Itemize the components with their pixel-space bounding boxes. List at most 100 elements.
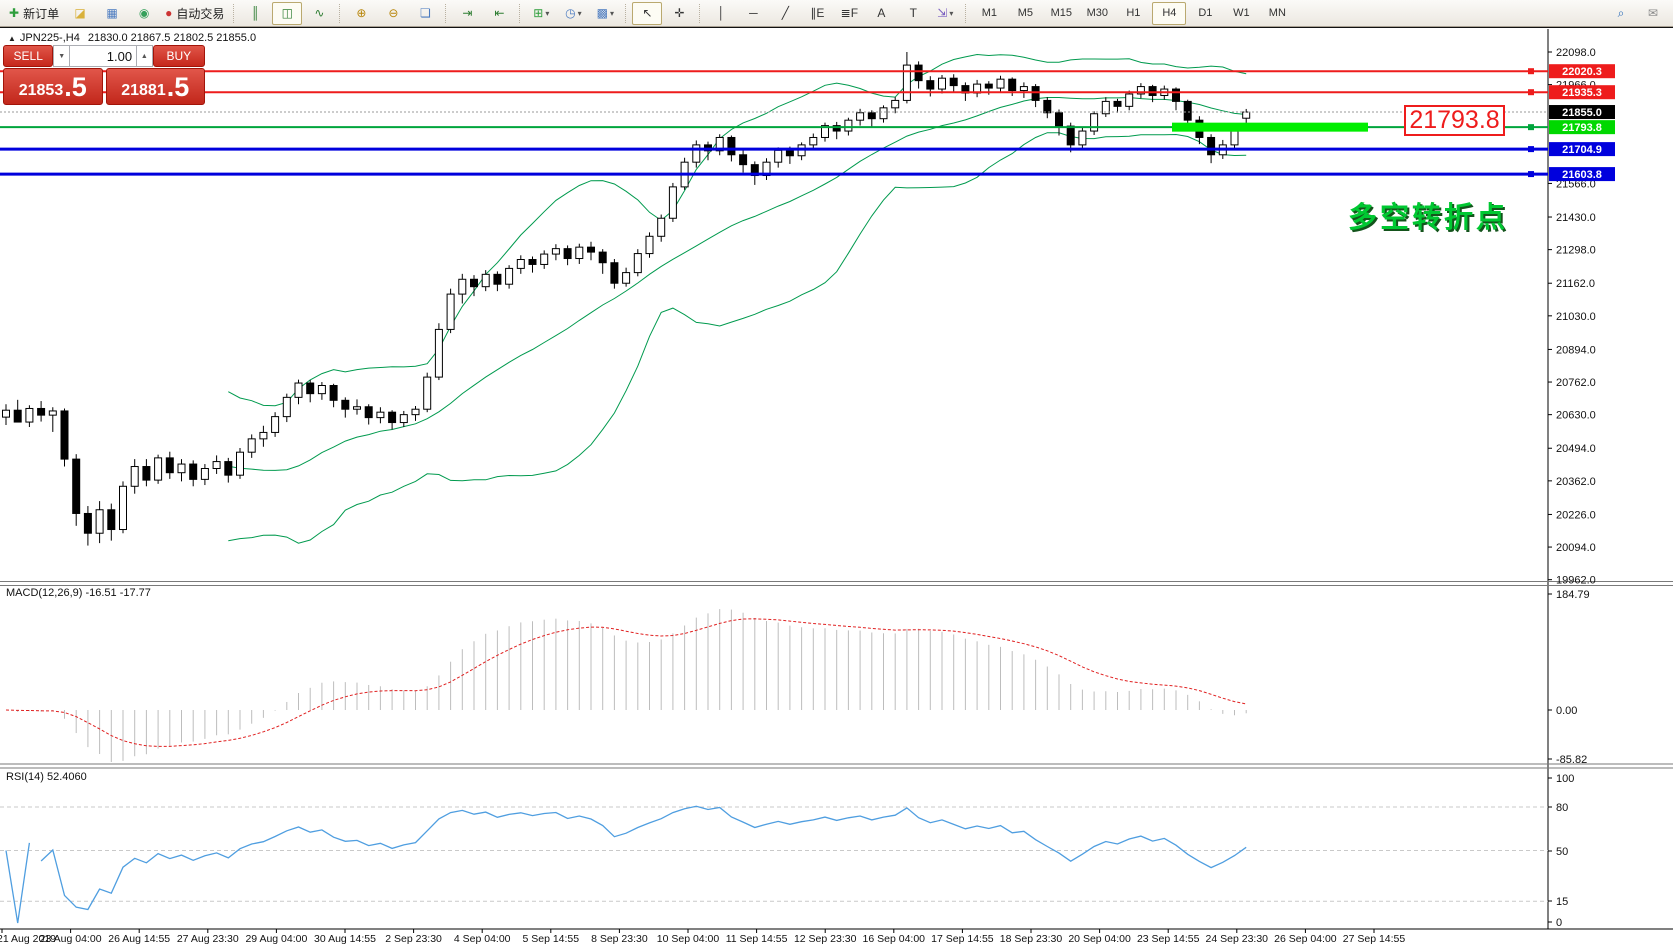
candle-body: [435, 329, 442, 377]
cursor-button[interactable]: ↖: [632, 2, 662, 25]
bollinger-lower-band[interactable]: [228, 133, 1246, 544]
horizontal-line-button[interactable]: ─: [738, 2, 768, 25]
line-chart-button[interactable]: ∿: [304, 2, 334, 25]
timeframe-button-m1[interactable]: M1: [972, 2, 1006, 25]
channel-button[interactable]: ∥E: [802, 2, 832, 25]
candle-body: [201, 469, 208, 480]
volume-input[interactable]: [70, 45, 136, 67]
candle-body: [26, 408, 33, 422]
candle-body: [880, 108, 887, 119]
bar-chart-icon: ║: [251, 6, 260, 20]
cursor-icon: ↖: [642, 6, 652, 20]
signal-icon: ◉: [139, 6, 149, 20]
crosshair-button[interactable]: ✛: [664, 2, 694, 25]
autotrade-icon: ●: [165, 6, 172, 20]
line-chart-icon: ∿: [314, 6, 324, 20]
candle-body: [552, 249, 559, 254]
candle-body: [1067, 126, 1074, 145]
chevron-down-icon: ▾: [545, 9, 549, 18]
line-handle[interactable]: [1528, 146, 1534, 152]
period-dropdown[interactable]: ◷▾: [558, 2, 588, 25]
tile-windows-button[interactable]: ❏: [410, 2, 440, 25]
new-order-button[interactable]: ✚新订单: [5, 2, 63, 25]
sell-quote-button[interactable]: 21853.5: [3, 68, 103, 105]
line-handle[interactable]: [1528, 89, 1534, 95]
search-button[interactable]: ⌕: [1606, 2, 1636, 25]
price-tick-label: 20894.0: [1556, 344, 1596, 356]
candle-body: [1231, 131, 1238, 145]
fibonacci-icon: ≣F: [841, 6, 858, 20]
trendline-button[interactable]: ╱: [770, 2, 800, 25]
shapes-dropdown[interactable]: ⇲▾: [930, 2, 960, 25]
timeframe-button-mn[interactable]: MN: [1260, 2, 1294, 25]
macd-axis-label: 0.00: [1556, 705, 1577, 717]
price-tick-label: 20630.0: [1556, 410, 1596, 422]
bar-chart-button[interactable]: ║: [240, 2, 270, 25]
buy-price: 21881: [121, 81, 166, 101]
collapse-icon[interactable]: ▲: [8, 34, 16, 43]
signals-button[interactable]: ◉: [129, 2, 159, 25]
rsi-line[interactable]: [6, 806, 1246, 923]
timeframe-button-m15[interactable]: M15: [1044, 2, 1078, 25]
candle-body: [786, 150, 793, 155]
chart-canvas[interactable]: 22098.021966.021566.021430.021298.021162…: [0, 28, 1673, 948]
price-text-object[interactable]: 21793.8: [1404, 105, 1505, 136]
new-chart-icon: ⊞: [533, 6, 543, 20]
candle-body: [564, 249, 571, 259]
zoom-out-button[interactable]: ⊖: [378, 2, 408, 25]
autotrade-button[interactable]: ●自动交易: [161, 2, 228, 25]
label-icon: T: [910, 6, 917, 20]
timeframe-button-m30[interactable]: M30: [1080, 2, 1114, 25]
annotation-text-object[interactable]: 多空转折点: [1348, 194, 1508, 236]
line-handle[interactable]: [1528, 68, 1534, 74]
auto-scroll-button[interactable]: ⇥: [452, 2, 482, 25]
price-badge-label: 21935.3: [1562, 87, 1602, 99]
eraser-button[interactable]: ◪: [65, 2, 95, 25]
toolbar-right-group: ⌕✉: [1605, 2, 1669, 25]
volume-decrease-button[interactable]: ▼: [53, 45, 70, 67]
line-handle[interactable]: [1528, 171, 1534, 177]
chart-title: ▲ JPN225-,H4 21830.0 21867.5 21802.5 21855…: [8, 32, 256, 44]
chat-button[interactable]: ✉: [1638, 2, 1668, 25]
candlestick-button[interactable]: ◫: [272, 2, 302, 25]
timeframe-button-w1[interactable]: W1: [1224, 2, 1258, 25]
timeframe-button-h1[interactable]: H1: [1116, 2, 1150, 25]
candle-body: [272, 417, 279, 433]
zoom-in-button[interactable]: ⊕: [346, 2, 376, 25]
ohlc-values: 21830.0 21867.5 21802.5 21855.0: [88, 32, 256, 44]
label-button[interactable]: T: [898, 2, 928, 25]
bollinger-upper-band[interactable]: [228, 55, 1246, 406]
sell-button[interactable]: SELL: [3, 45, 53, 67]
buy-button[interactable]: BUY: [153, 45, 205, 67]
vertical-line-button[interactable]: │: [706, 2, 736, 25]
toolbar-separator: [339, 4, 341, 23]
price-tick-label: 21298.0: [1556, 245, 1596, 257]
candle-body: [1243, 112, 1250, 118]
toolbar-separator: [233, 4, 235, 23]
rsi-axis-label: 0: [1556, 917, 1562, 929]
time-tick-label: 11 Sep 14:55: [726, 933, 788, 945]
line-handle[interactable]: [1528, 124, 1534, 130]
chat-icon: ✉: [1648, 6, 1658, 20]
fibonacci-button[interactable]: ≣F: [834, 2, 864, 25]
template-dropdown[interactable]: ▩▾: [590, 2, 620, 25]
chart-shift-icon: ⇤: [494, 6, 504, 20]
timeframe-button-d1[interactable]: D1: [1188, 2, 1222, 25]
time-tick-label: 5 Sep 14:55: [522, 933, 579, 945]
chart-shift-button[interactable]: ⇤: [484, 2, 514, 25]
symbol-period-label: JPN225-,H4: [20, 32, 80, 44]
trendline-highlight-object[interactable]: [1172, 123, 1368, 132]
candle-body: [728, 137, 735, 154]
volume-increase-button[interactable]: ▲: [136, 45, 153, 67]
market-watch-button[interactable]: ▦: [97, 2, 127, 25]
candle-body: [810, 137, 817, 144]
timeframe-button-m5[interactable]: M5: [1008, 2, 1042, 25]
buy-price-fraction: .5: [167, 74, 190, 101]
toolbar-separator: [625, 4, 627, 23]
candle-body: [1184, 101, 1191, 120]
buy-quote-button[interactable]: 21881.5: [106, 68, 206, 105]
candle-body: [1056, 113, 1063, 126]
text-button[interactable]: A: [866, 2, 896, 25]
new-chart-dropdown[interactable]: ⊞▾: [526, 2, 556, 25]
timeframe-button-h4[interactable]: H4: [1152, 2, 1186, 25]
